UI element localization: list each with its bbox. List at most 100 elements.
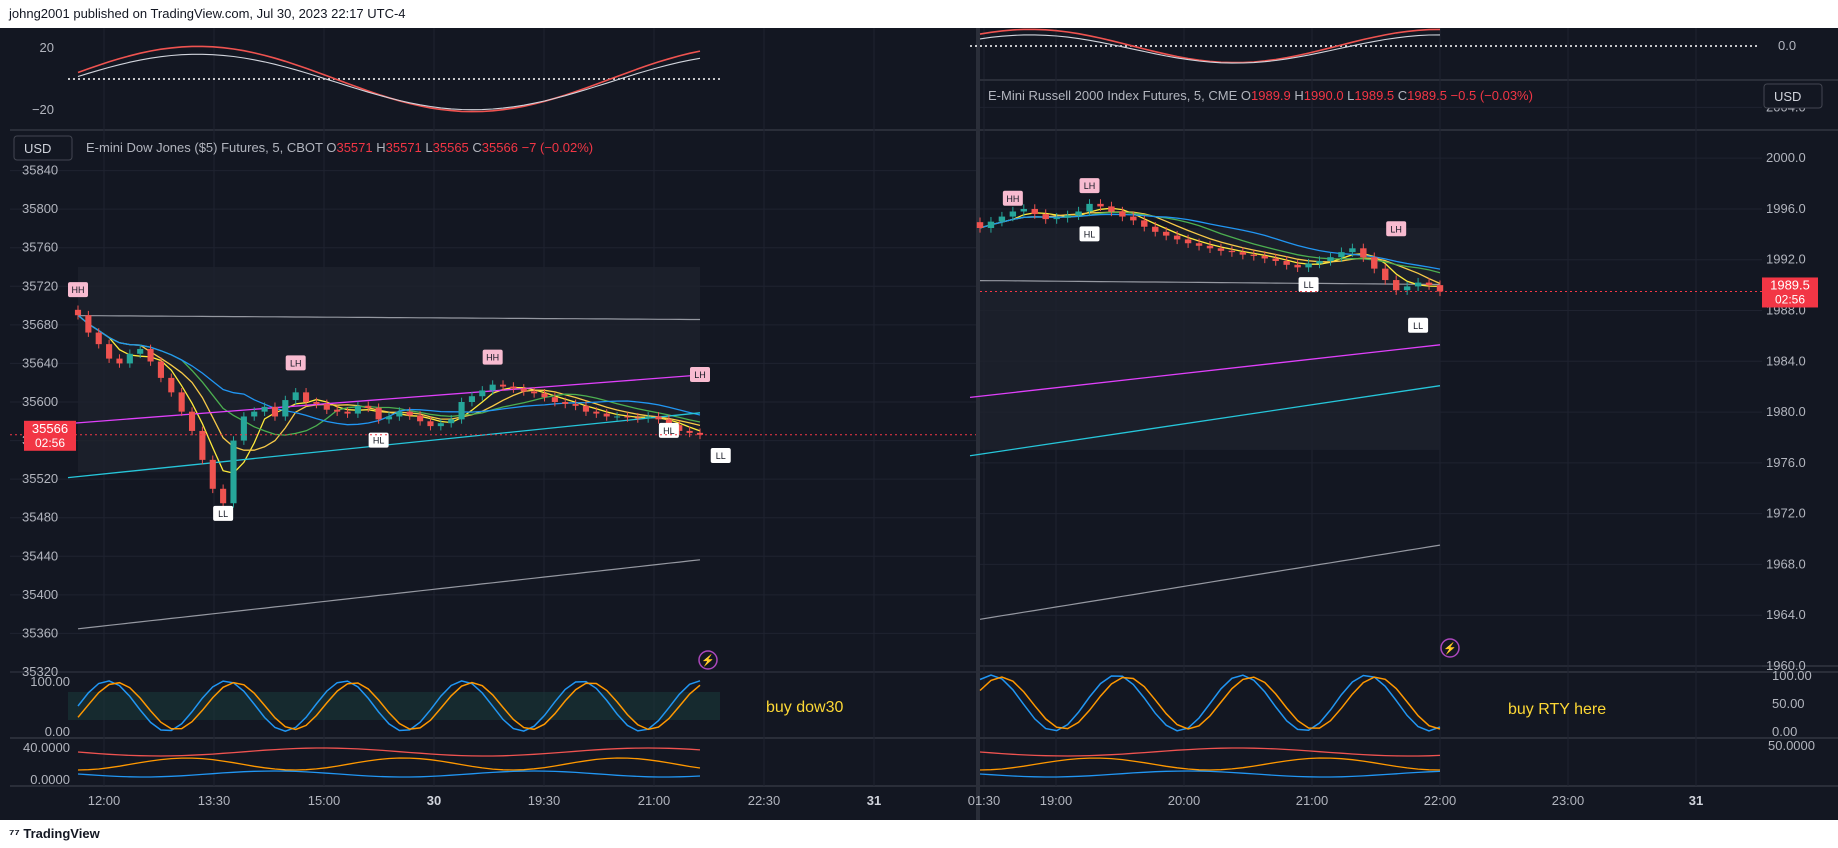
candle-body xyxy=(686,430,693,433)
candle-body xyxy=(655,416,662,420)
lower-indicator-tick: 40.0000 xyxy=(23,740,70,755)
swing-label: HH xyxy=(72,285,85,295)
candle-body xyxy=(1031,208,1038,215)
ohlc-open: 1989.9 xyxy=(1251,88,1291,103)
candle-body xyxy=(603,413,610,417)
candle-body xyxy=(645,416,652,419)
publisher-bar: johng2001 published on TradingView.com, … xyxy=(0,0,1838,28)
candle-body xyxy=(344,411,351,414)
candle-body xyxy=(1053,217,1060,220)
y-tick-label: 1992.0 xyxy=(1766,252,1806,267)
x-tick-label: 19:00 xyxy=(1040,793,1073,808)
candle-body xyxy=(1009,211,1017,217)
y-tick-label: 1984.0 xyxy=(1766,353,1806,368)
candle-body xyxy=(261,406,268,412)
candle-body xyxy=(1414,282,1422,287)
ohlc-low: 1989.5 xyxy=(1354,88,1394,103)
candle-body xyxy=(365,405,372,408)
candle-body xyxy=(1283,261,1290,265)
currency-label: USD xyxy=(24,141,51,156)
candle-body xyxy=(1152,226,1159,232)
x-tick-label: 23:00 xyxy=(1552,793,1585,808)
tradingview-logo-icon[interactable]: ⁷⁷ TradingView xyxy=(0,820,100,848)
y-tick-label: 35600 xyxy=(22,394,58,409)
candle-body xyxy=(1086,203,1093,212)
swing-label: LH xyxy=(1084,181,1096,191)
candle-body xyxy=(251,411,258,417)
ohlc-change: −7 (−0.02%) xyxy=(522,140,594,155)
y-tick-label: 1976.0 xyxy=(1766,455,1806,470)
charts-canvas[interactable]: 3584035800357603572035680356403560035560… xyxy=(0,28,1838,820)
x-tick-label: 30 xyxy=(427,793,441,808)
candle-body xyxy=(385,416,393,420)
candle-body xyxy=(1392,280,1400,291)
swing-label: LH xyxy=(694,370,706,380)
currency-label: USD xyxy=(1774,89,1801,104)
y-tick-label: 35800 xyxy=(22,201,58,216)
candle-body xyxy=(209,459,216,489)
candle-body xyxy=(74,309,82,316)
y-tick-label: 35360 xyxy=(22,625,58,640)
x-tick-label: 13:30 xyxy=(198,793,231,808)
candle-body xyxy=(427,421,434,427)
candle-body xyxy=(541,393,548,398)
oscillator-tick: 20 xyxy=(40,40,54,55)
x-tick-label: 12:00 xyxy=(88,793,121,808)
candle-body xyxy=(1173,235,1181,240)
candle-body xyxy=(468,396,475,402)
candle-body xyxy=(396,411,403,417)
y-tick-label: 35720 xyxy=(22,278,58,293)
last-price-value: 1989.5 xyxy=(1770,277,1810,292)
candle-body xyxy=(437,423,444,427)
swing-label: HL xyxy=(1084,229,1096,239)
x-tick-label: 22:00 xyxy=(1424,793,1457,808)
candle-body xyxy=(282,400,289,417)
oscillator-tick: −20 xyxy=(32,102,54,117)
candle-body xyxy=(1360,248,1367,258)
stochastic-tick: 0.00 xyxy=(1772,724,1797,739)
lightning-icon-glyph: ⚡ xyxy=(701,654,715,667)
swing-label: LL xyxy=(218,509,228,519)
y-tick-label: 35480 xyxy=(22,510,58,525)
candle-body xyxy=(1195,243,1203,246)
symbol-legend: E-Mini Russell 2000 Index Futures, 5, CM… xyxy=(988,88,1533,103)
y-tick-label: 35760 xyxy=(22,240,58,255)
candle-body xyxy=(1141,220,1148,227)
candle-body xyxy=(1316,261,1323,264)
candle-body xyxy=(489,384,496,391)
y-tick-label: 35640 xyxy=(22,355,58,370)
buy-annotation: buy RTY here xyxy=(1508,701,1606,718)
oscillator-tick: 0.0 xyxy=(1778,38,1796,53)
candle-body xyxy=(230,440,237,504)
candle-body xyxy=(1338,252,1345,258)
candle-body xyxy=(1250,254,1258,256)
candle-body xyxy=(510,386,517,389)
countdown-value: 02:56 xyxy=(35,436,65,450)
y-tick-label: 35400 xyxy=(22,587,58,602)
candle-body xyxy=(1425,282,1433,286)
candle-body xyxy=(1020,208,1028,212)
candle-body xyxy=(1294,264,1301,268)
y-tick-label: 35440 xyxy=(22,548,58,563)
candle-body xyxy=(551,397,558,402)
x-tick-label: 21:00 xyxy=(638,793,671,808)
candle-body xyxy=(126,353,133,364)
candle-body xyxy=(614,416,621,418)
candle-body xyxy=(323,403,330,410)
candle-body xyxy=(479,390,486,397)
candle-body xyxy=(406,411,413,416)
candle-body xyxy=(448,419,455,424)
candle-body xyxy=(1436,285,1444,292)
swing-label: HL xyxy=(373,436,385,446)
ohlc-high: 1990.0 xyxy=(1304,88,1344,103)
y-tick-label: 2000.0 xyxy=(1766,150,1806,165)
candle-body xyxy=(1403,286,1411,291)
y-tick-label: 1980.0 xyxy=(1766,404,1806,419)
candle-body xyxy=(624,416,631,418)
candle-body xyxy=(998,216,1006,222)
x-tick-label: 20:00 xyxy=(1168,793,1201,808)
candle-body xyxy=(354,405,361,414)
candle-body xyxy=(1217,248,1225,251)
lower-indicator-tick: 50.0000 xyxy=(1768,738,1815,753)
candle-body xyxy=(137,348,144,354)
